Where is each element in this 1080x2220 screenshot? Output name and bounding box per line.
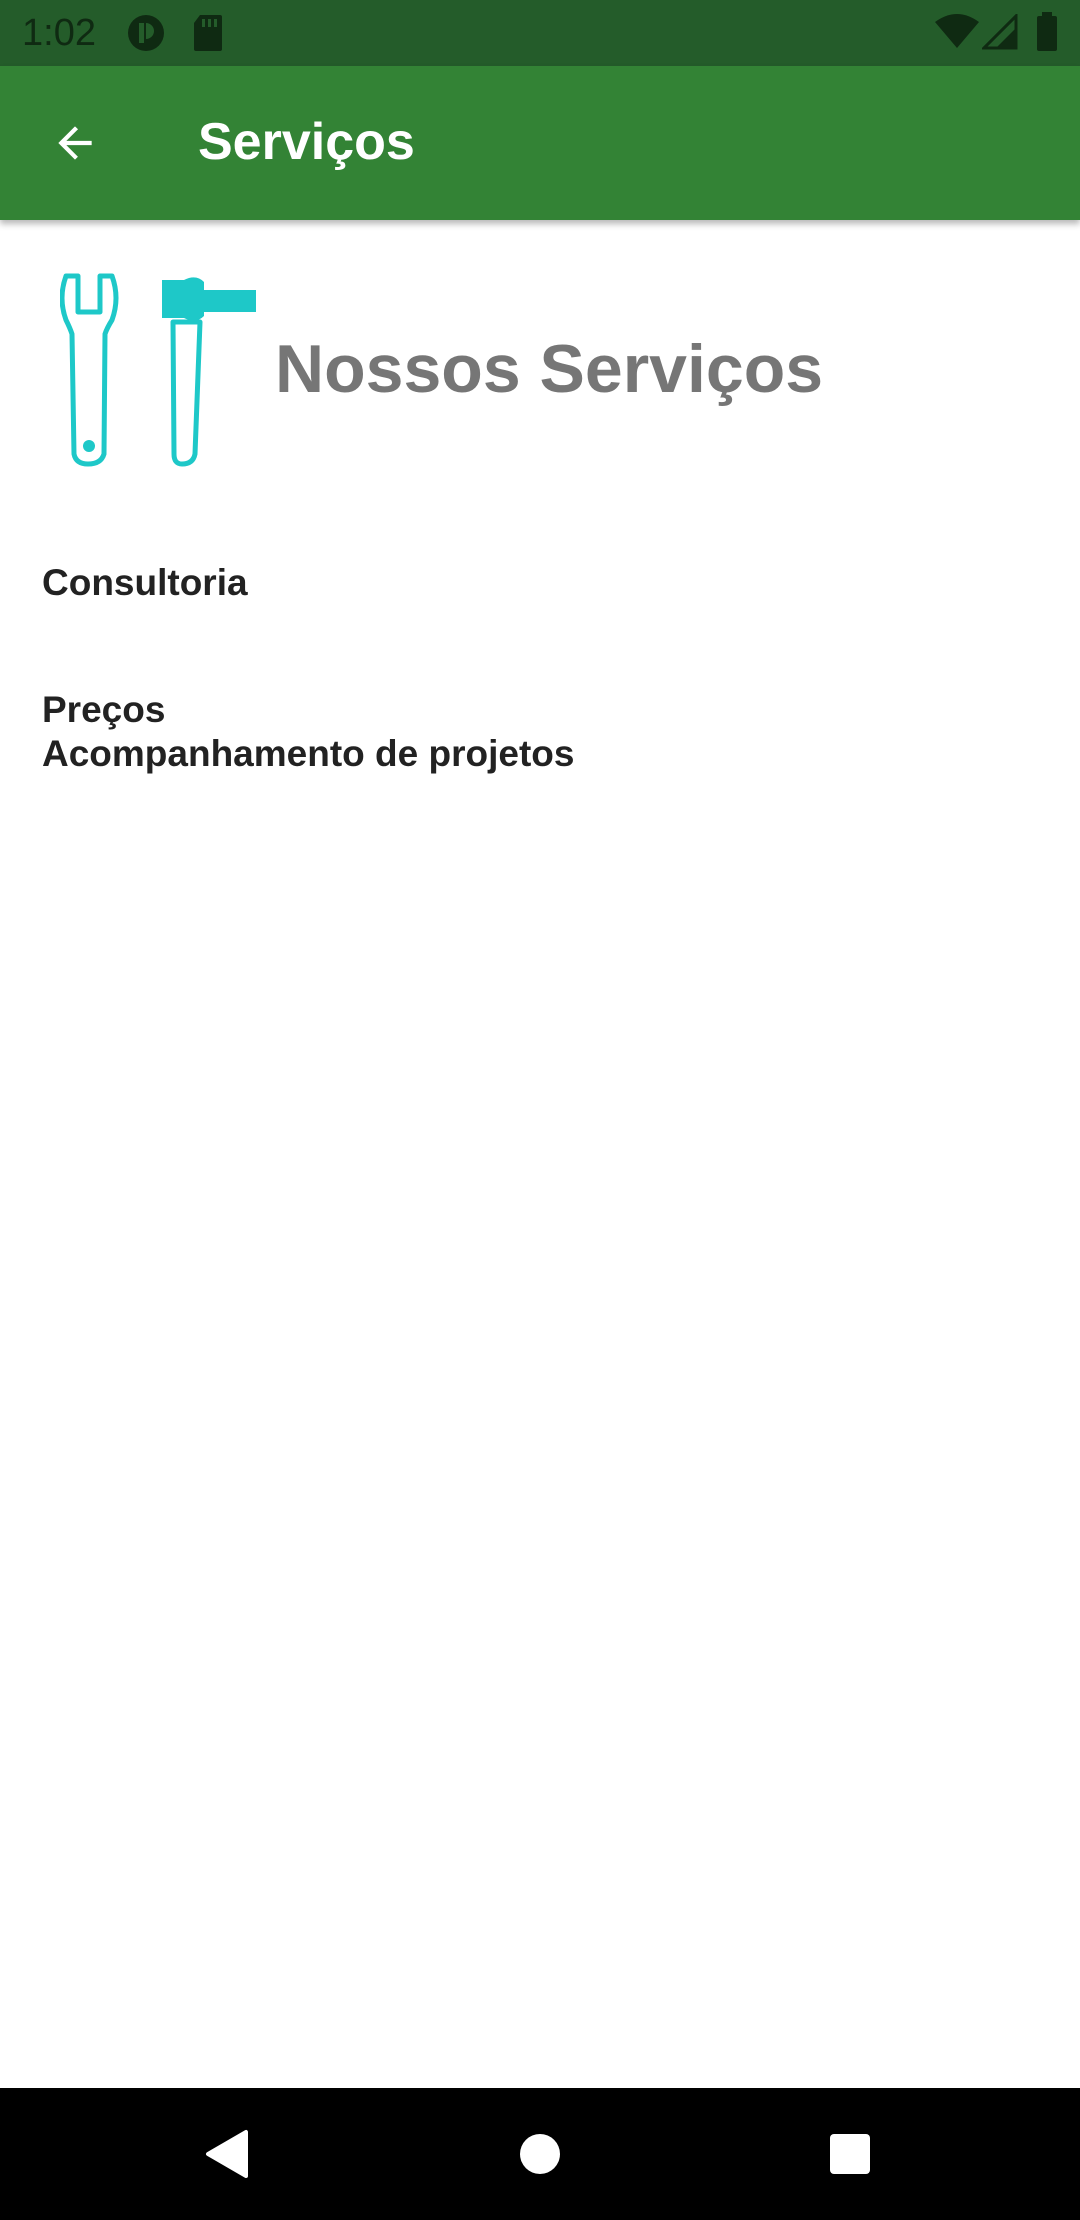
service-item-precos[interactable]: Preços (42, 687, 165, 732)
sd-card-icon (192, 13, 224, 58)
nav-home-button[interactable] (502, 2116, 578, 2192)
status-time: 1:02 (22, 12, 96, 54)
battery-icon (1036, 12, 1058, 57)
status-bar: 1:02 (0, 0, 1080, 66)
cell-signal-icon (980, 12, 1018, 55)
app-bar: Serviços (0, 66, 1080, 220)
page-heading: Nossos Serviços (275, 331, 824, 407)
home-circle-icon (520, 2134, 560, 2174)
back-triangle-icon (206, 2130, 248, 2178)
service-item-acompanhamento[interactable]: Acompanhamento de projetos (42, 731, 574, 776)
app-bar-title: Serviços (198, 113, 415, 171)
wifi-icon (934, 14, 980, 55)
back-button[interactable] (38, 106, 112, 180)
service-item-consultoria[interactable]: Consultoria (42, 560, 248, 605)
app-notification-icon (126, 13, 166, 58)
nav-back-button[interactable] (190, 2116, 266, 2192)
nav-recents-button[interactable] (812, 2116, 888, 2192)
tools-icon (59, 268, 260, 468)
arrow-back-icon (58, 126, 92, 160)
recents-square-icon (830, 2134, 870, 2174)
navigation-bar (0, 2088, 1080, 2220)
